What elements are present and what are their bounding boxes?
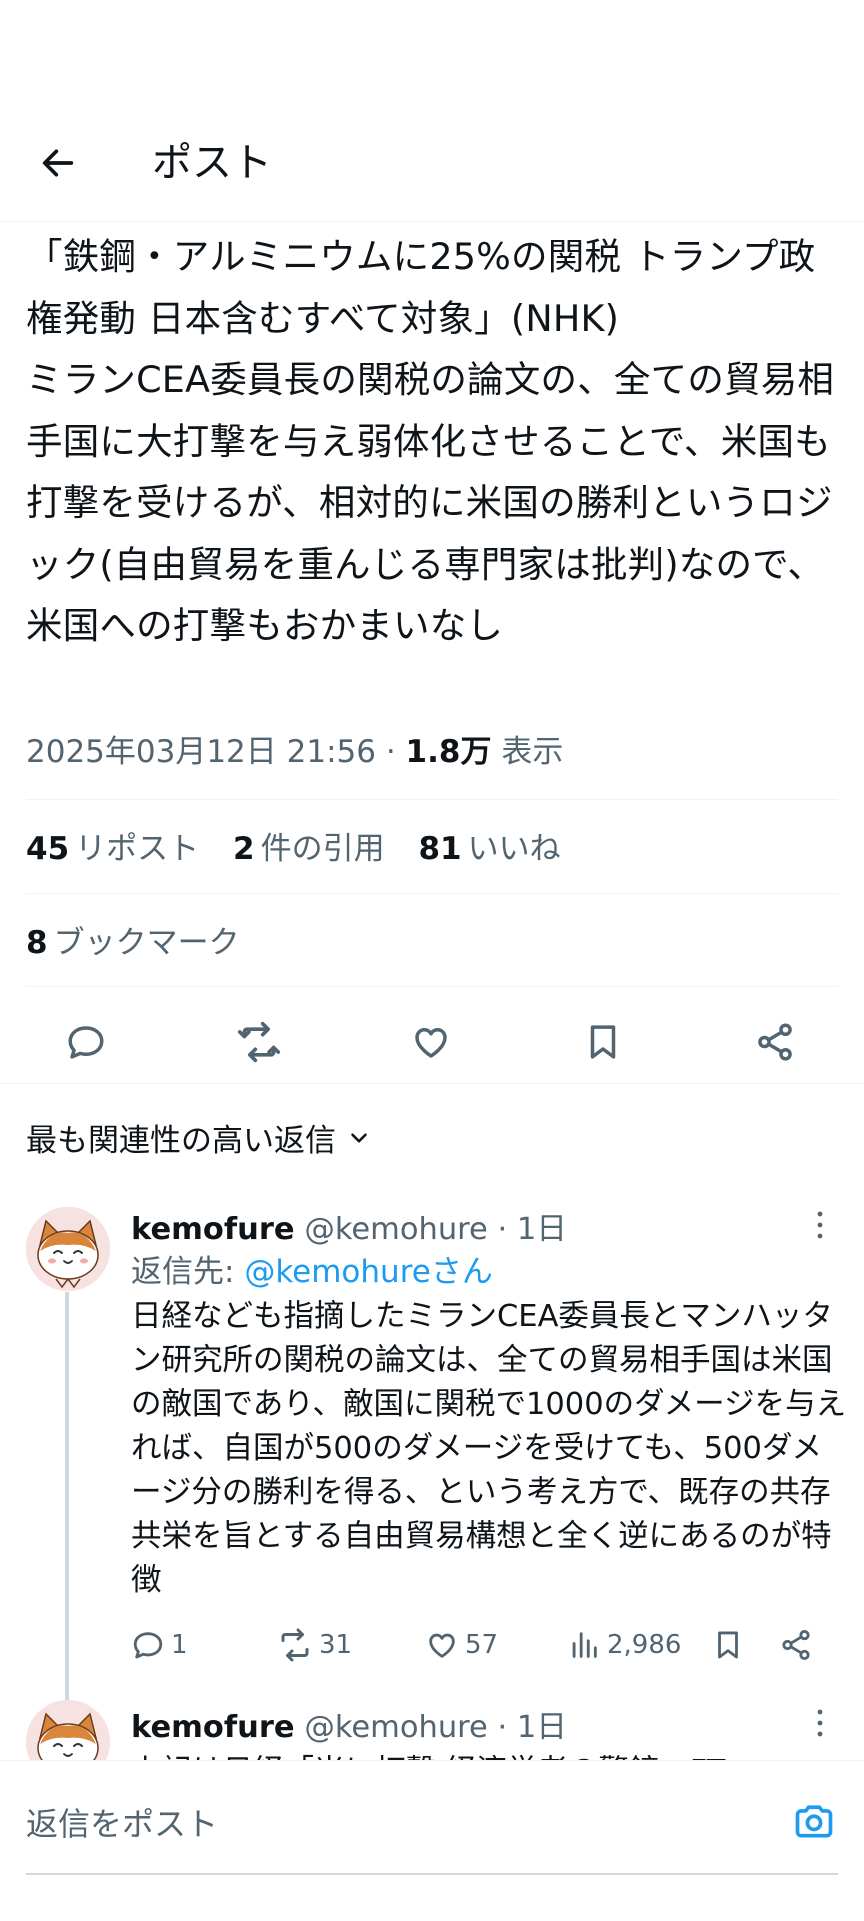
reply-time: · 1日 xyxy=(487,1710,567,1745)
reposts-count: 45 xyxy=(26,831,70,867)
reply-more-button[interactable] xyxy=(805,1210,835,1240)
tweet-meta: 2025年03月12日 21:56 · 1.8万 表示 xyxy=(26,726,563,771)
reply-author-handle[interactable]: @kemohure xyxy=(304,1212,488,1247)
bookmarks-label: ブックマーク xyxy=(53,925,240,961)
divider xyxy=(26,986,838,987)
like-icon xyxy=(429,1633,455,1658)
share-button[interactable] xyxy=(747,1014,803,1070)
reply-views-count: 2,986 xyxy=(607,1630,682,1660)
reply-author-handle[interactable]: @kemohure xyxy=(304,1710,488,1745)
repost-icon xyxy=(237,1021,281,1063)
reply-header: kemofure @kemohure · 1日 xyxy=(131,1702,567,1746)
views-icon xyxy=(572,1632,597,1658)
reply-reposts-count: 31 xyxy=(319,1630,353,1660)
bookmark-icon xyxy=(718,1631,738,1659)
reply-item: kemofure @kemohure · 1日 上記は日経「米に打撃 経済学者の… xyxy=(0,1690,864,1760)
views-label: 表示 xyxy=(491,734,564,770)
back-button[interactable] xyxy=(28,133,88,193)
reply-button[interactable] xyxy=(58,1014,114,1070)
repost-icon xyxy=(281,1628,309,1662)
quotes-stat[interactable]: 2 件の引用 xyxy=(233,831,385,867)
engagement-stats: 45 リポスト 2 件の引用 81 いいね xyxy=(26,823,585,868)
reply-header: kemofure @kemohure · 1日 xyxy=(131,1204,567,1248)
reposts-label: リポスト xyxy=(75,831,200,867)
more-icon xyxy=(817,1709,823,1737)
cat-avatar-icon xyxy=(26,1207,110,1291)
bookmarks-stat[interactable]: 8 ブックマーク xyxy=(26,917,240,962)
share-icon xyxy=(782,1629,810,1661)
camera-button[interactable] xyxy=(786,1793,842,1849)
top-bar: ポスト xyxy=(0,105,864,222)
thread-line xyxy=(65,1292,69,1702)
camera-icon xyxy=(795,1805,833,1838)
divider xyxy=(0,1083,864,1084)
more-icon xyxy=(817,1211,823,1239)
like-button[interactable] xyxy=(403,1014,459,1070)
likes-label: いいね xyxy=(467,831,561,867)
tweet-action-bar xyxy=(0,1000,864,1082)
reply-to-handle-link[interactable]: @kemohureさん xyxy=(244,1254,493,1290)
reply-time: · 1日 xyxy=(487,1212,567,1247)
tweet-timestamp[interactable]: 2025年03月12日 21:56 xyxy=(26,734,376,770)
back-arrow-icon xyxy=(42,149,74,177)
meta-separator: · xyxy=(375,734,406,770)
reply-views-button[interactable]: 2,986 xyxy=(567,1620,681,1670)
avatar[interactable] xyxy=(26,1207,110,1291)
reply-to-label: 返信先: xyxy=(131,1254,245,1290)
reply-replies-count: 1 xyxy=(171,1630,188,1660)
reply-reply-button[interactable]: 1 xyxy=(131,1620,188,1670)
bookmark-icon xyxy=(590,1025,616,1059)
divider xyxy=(26,799,838,800)
reply-more-button[interactable] xyxy=(805,1708,835,1738)
reply-author-name[interactable]: kemofure xyxy=(131,1212,295,1247)
quotes-label: 件の引用 xyxy=(260,831,385,867)
divider xyxy=(26,893,838,894)
cat-avatar-icon xyxy=(26,1700,110,1760)
bookmarks-count: 8 xyxy=(26,925,48,961)
quotes-count: 2 xyxy=(233,831,255,867)
reply-like-button[interactable]: 57 xyxy=(425,1620,498,1670)
page-title: ポスト xyxy=(152,140,272,186)
likes-count: 81 xyxy=(418,831,462,867)
tweet-text: 「鉄鋼・アルミニウムに25%の関税 トランプ政権発動 日本含むすべて対象」(NH… xyxy=(26,235,835,647)
views-count: 1.8万 xyxy=(405,734,492,770)
reply-text: 日経なども指摘したミランCEA委員長とマンハッタン研究所の関税の論文は、全ての貿… xyxy=(131,1299,847,1598)
chevron-down-icon xyxy=(351,1132,367,1143)
reposts-stat[interactable]: 45 リポスト xyxy=(26,831,199,867)
like-icon xyxy=(415,1028,447,1058)
compose-underline xyxy=(26,1873,838,1875)
reply-action-bar: 1 31 57 2,986 xyxy=(131,1620,831,1670)
reply-compose-bar: 返信をポスト xyxy=(0,1760,864,1921)
reply-author-name[interactable]: kemofure xyxy=(131,1710,295,1745)
reply-sort-dropdown[interactable]: 最も関連性の高い返信 xyxy=(26,1115,372,1160)
reply-bookmark-button[interactable] xyxy=(711,1620,751,1670)
reply-to-line: 返信先: @kemohureさん xyxy=(131,1246,493,1291)
reply-repost-button[interactable]: 31 xyxy=(277,1620,352,1670)
reply-share-button[interactable] xyxy=(779,1620,819,1670)
avatar[interactable] xyxy=(26,1700,110,1760)
reply-icon xyxy=(133,1632,163,1659)
likes-stat[interactable]: 81 いいね xyxy=(418,831,560,867)
bookmark-button[interactable] xyxy=(575,1014,631,1070)
share-icon xyxy=(758,1023,792,1061)
reply-icon xyxy=(68,1026,104,1059)
reply-input[interactable]: 返信をポスト xyxy=(26,1799,218,1845)
reply-likes-count: 57 xyxy=(465,1630,499,1660)
reply-text: 上記は日経「米に打撃 経済学者の警鐘」FT xyxy=(131,1746,725,1760)
sort-label: 最も関連性の高い返信 xyxy=(26,1123,336,1159)
repost-button[interactable] xyxy=(231,1014,287,1070)
